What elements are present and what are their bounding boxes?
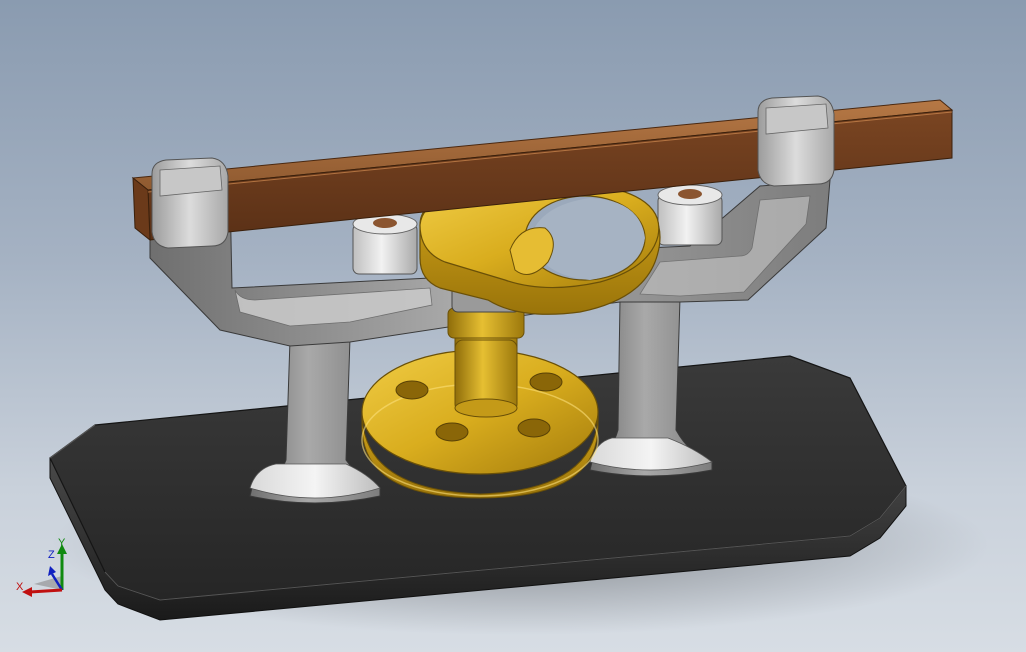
triad-y-label: Y: [58, 537, 66, 549]
cad-model-view[interactable]: [0, 0, 1026, 652]
triad-x-label: X: [16, 581, 24, 593]
reference-triad: X Y Z: [14, 538, 74, 602]
rail-cap-left: [151, 157, 229, 249]
roller-right: [657, 184, 723, 246]
triad-z-label: Z: [48, 549, 55, 561]
roller-left: [352, 213, 418, 275]
graphics-viewport[interactable]: X Y Z: [0, 0, 1026, 652]
rail-cap-right: [757, 95, 835, 187]
